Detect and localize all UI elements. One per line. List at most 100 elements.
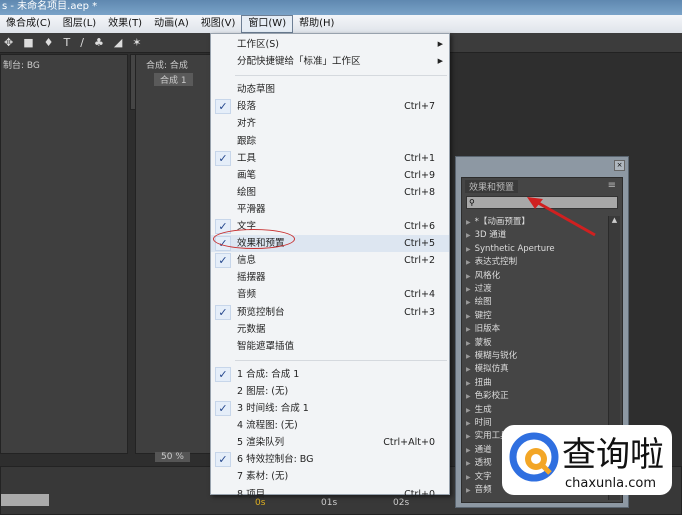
comp-tab[interactable]: 合成: 合成 bbox=[146, 58, 188, 71]
expand-triangle-icon[interactable]: ▶ bbox=[466, 366, 471, 373]
effect-category[interactable]: ▶ 模糊与锐化 bbox=[466, 350, 606, 363]
zoom-select[interactable]: 50 % bbox=[155, 452, 190, 462]
effect-category[interactable]: ▶ Synthetic Aperture bbox=[466, 243, 606, 256]
stamp-tool-icon[interactable]: ♣ bbox=[94, 36, 104, 49]
puppet-tool-icon[interactable]: ✶ bbox=[132, 36, 141, 49]
menu-item[interactable]: 元数据 bbox=[211, 321, 449, 338]
comp-subtab[interactable]: 合成 1 bbox=[154, 73, 193, 86]
menu-item-shortcut: Ctrl+4 bbox=[404, 289, 435, 301]
menu-item[interactable]: ✓ 3 时间线: 合成 1 bbox=[211, 400, 449, 417]
menu-6[interactable]: 帮助(H) bbox=[293, 15, 340, 33]
close-icon[interactable]: × bbox=[614, 160, 625, 171]
menu-item[interactable]: 智能遮罩插值 bbox=[211, 338, 449, 355]
menu-item[interactable]: ✓ 预览控制台 Ctrl+3 bbox=[211, 304, 449, 321]
menu-item[interactable]: ✓ 工具 Ctrl+1 bbox=[211, 150, 449, 167]
expand-triangle-icon[interactable]: ▶ bbox=[466, 487, 471, 494]
red-arrow bbox=[527, 197, 596, 237]
expand-triangle-icon[interactable]: ▶ bbox=[466, 474, 471, 481]
hand-tool-icon[interactable]: ✥ bbox=[4, 36, 13, 49]
menu-item-shortcut: Ctrl+7 bbox=[404, 101, 435, 113]
menu-item-label: 7 素材: (无) bbox=[237, 471, 289, 483]
menu-item[interactable]: 动态草图 bbox=[211, 81, 449, 98]
menu-item-label: 5 渲染队列 bbox=[237, 437, 285, 449]
expand-triangle-icon[interactable]: ▶ bbox=[466, 393, 471, 400]
menu-item[interactable]: 7 素材: (无) bbox=[211, 468, 449, 485]
expand-triangle-icon[interactable]: ▶ bbox=[466, 299, 471, 306]
menu-item-label: 3 时间线: 合成 1 bbox=[237, 403, 309, 414]
expand-triangle-icon[interactable]: ▶ bbox=[466, 273, 471, 280]
check-icon: ✓ bbox=[215, 452, 231, 468]
menu-item-label: 动态草图 bbox=[237, 84, 276, 96]
menu-5[interactable]: 窗口(W) bbox=[241, 15, 294, 33]
menu-item[interactable]: ✓ 信息 Ctrl+2 bbox=[211, 252, 449, 269]
expand-triangle-icon[interactable]: ▶ bbox=[466, 353, 471, 360]
effect-category[interactable]: ▶ 扭曲 bbox=[466, 377, 606, 390]
menu-item[interactable]: ✓ 段落 Ctrl+7 bbox=[211, 98, 449, 115]
expand-triangle-icon[interactable]: ▶ bbox=[466, 219, 471, 226]
expand-triangle-icon[interactable]: ▶ bbox=[466, 246, 471, 253]
expand-triangle-icon[interactable]: ▶ bbox=[466, 313, 471, 320]
menu-item[interactable]: 4 流程图: (无) bbox=[211, 417, 449, 434]
effect-category[interactable]: ▶ 风格化 bbox=[466, 270, 606, 283]
expand-triangle-icon[interactable]: ▶ bbox=[466, 380, 471, 387]
menu-item-label: 6 特效控制台: BG bbox=[237, 454, 314, 466]
menu-2[interactable]: 效果(T) bbox=[102, 15, 148, 33]
effect-controls-tab[interactable]: 制台: BG bbox=[3, 58, 40, 71]
menu-4[interactable]: 视图(V) bbox=[195, 15, 242, 33]
expand-triangle-icon[interactable]: ▶ bbox=[466, 286, 471, 293]
effect-category[interactable]: ▶ 生成 bbox=[466, 404, 606, 417]
timeline-search[interactable] bbox=[1, 494, 49, 506]
menu-item[interactable]: 2 图层: (无) bbox=[211, 383, 449, 400]
effect-category[interactable]: ▶ 键控 bbox=[466, 310, 606, 323]
menu-item-label: 对齐 bbox=[237, 118, 257, 130]
effect-category[interactable]: ▶ 绘图 bbox=[466, 296, 606, 309]
menu-item[interactable]: 8 项目 Ctrl+0 bbox=[211, 486, 449, 503]
menu-3[interactable]: 动画(A) bbox=[148, 15, 195, 33]
window-menu: 工作区(S) ▶ 分配快捷键给「标准」工作区 ▶ 动态草图 ✓ 段落 Ctrl+7 对齐跟踪 ✓ 工… bbox=[210, 33, 450, 500]
expand-triangle-icon[interactable]: ▶ bbox=[466, 259, 471, 266]
menu-item[interactable]: 分配快捷键给「标准」工作区 ▶ bbox=[211, 53, 449, 70]
expand-triangle-icon[interactable]: ▶ bbox=[466, 433, 471, 440]
text-tool-icon[interactable]: T bbox=[64, 36, 71, 49]
effect-category-label: 通道 bbox=[474, 444, 492, 455]
effect-category[interactable]: ▶ 旧版本 bbox=[466, 323, 606, 336]
menu-item-label: 平滑器 bbox=[237, 203, 266, 215]
eraser-tool-icon[interactable]: ◢ bbox=[114, 36, 122, 49]
expand-triangle-icon[interactable]: ▶ bbox=[466, 232, 471, 239]
menu-item[interactable]: 对齐 bbox=[211, 115, 449, 132]
expand-triangle-icon[interactable]: ▶ bbox=[466, 460, 471, 467]
expand-triangle-icon[interactable]: ▶ bbox=[466, 407, 471, 414]
effect-category-label: 模拟仿真 bbox=[474, 364, 509, 375]
rect-tool-icon[interactable]: ■ bbox=[23, 36, 33, 49]
effect-category[interactable]: ▶ 表达式控制 bbox=[466, 256, 606, 269]
effect-category[interactable]: ▶ 色彩校正 bbox=[466, 390, 606, 403]
effect-category-label: 文字 bbox=[474, 471, 492, 482]
expand-triangle-icon[interactable]: ▶ bbox=[466, 420, 471, 427]
pen-tool-icon[interactable]: ♦ bbox=[44, 36, 54, 49]
menu-item[interactable]: ✓ 6 特效控制台: BG bbox=[211, 451, 449, 468]
menu-item[interactable]: 画笔 Ctrl+9 bbox=[211, 167, 449, 184]
menu-1[interactable]: 图层(L) bbox=[57, 15, 102, 33]
effect-category-label: 键控 bbox=[474, 310, 492, 321]
expand-triangle-icon[interactable]: ▶ bbox=[466, 326, 471, 333]
menu-item[interactable]: 跟踪 bbox=[211, 133, 449, 150]
panel-menu-icon[interactable]: ≡ bbox=[608, 180, 616, 191]
menu-item[interactable]: ✓ 1 合成: 合成 1 bbox=[211, 366, 449, 383]
menu-item[interactable]: 音频 Ctrl+4 bbox=[211, 286, 449, 303]
menu-item[interactable]: 绘图 Ctrl+8 bbox=[211, 184, 449, 201]
effect-category-label: 时间 bbox=[474, 418, 492, 428]
menu-item[interactable]: 工作区(S) ▶ bbox=[211, 36, 449, 53]
effects-tab[interactable]: 效果和预置 bbox=[465, 180, 519, 193]
menu-item[interactable]: 5 渲染队列 Ctrl+Alt+0 bbox=[211, 434, 449, 451]
expand-triangle-icon[interactable]: ▶ bbox=[466, 447, 471, 454]
brush-tool-icon[interactable]: ∕ bbox=[80, 36, 84, 49]
expand-triangle-icon[interactable]: ▶ bbox=[466, 340, 471, 347]
menu-item[interactable]: 平滑器 bbox=[211, 201, 449, 218]
menu-0[interactable]: 像合成(C) bbox=[0, 15, 57, 33]
effect-category[interactable]: ▶ 模拟仿真 bbox=[466, 363, 606, 376]
effect-category-label: 蒙板 bbox=[474, 337, 492, 348]
menu-item[interactable]: 摇摆器 bbox=[211, 269, 449, 286]
menu-item-label: 信息 bbox=[237, 255, 257, 267]
effect-category[interactable]: ▶ 过渡 bbox=[466, 283, 606, 296]
effect-category[interactable]: ▶ 蒙板 bbox=[466, 337, 606, 350]
